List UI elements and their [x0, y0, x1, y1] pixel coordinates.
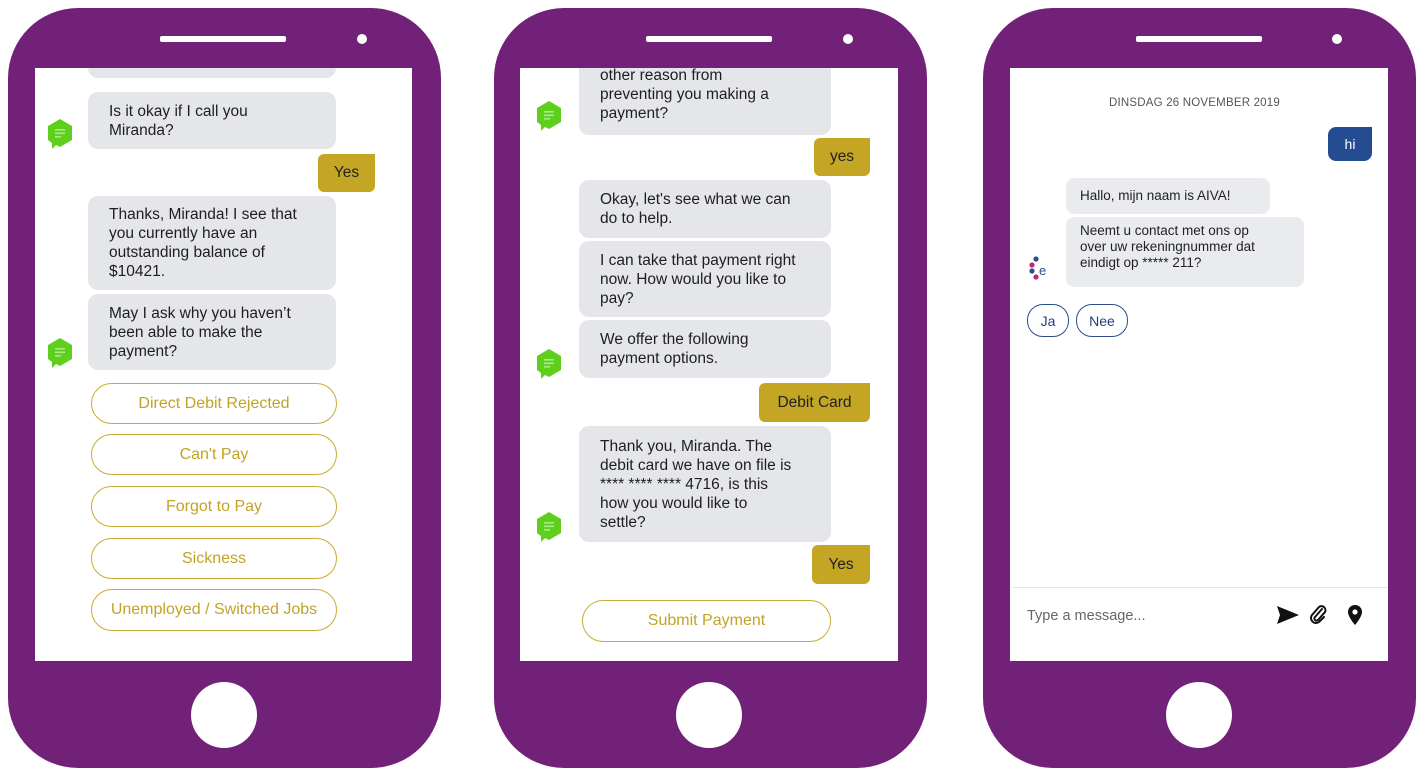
bot-message: I can take that payment right now. How w…	[579, 241, 831, 317]
phone-3-screen: DINSDAG 26 NOVEMBER 2019 hi Hallo, mijn …	[1010, 68, 1388, 661]
bot-avatar-icon	[537, 101, 561, 131]
option-sickness[interactable]: Sickness	[91, 538, 337, 579]
svg-text:e: e	[1039, 263, 1046, 278]
option-label: Unemployed / Switched Jobs	[110, 601, 318, 618]
camera-dot	[843, 34, 853, 44]
user-message-text: Debit Card	[777, 393, 852, 411]
bot-message-text: Thanks, Miranda! I see that you currentl…	[109, 206, 297, 280]
bot-message-text: We offer the following payment options.	[600, 331, 749, 367]
user-message-text: Yes	[333, 164, 360, 181]
option-label: Forgot to Pay	[165, 497, 263, 515]
chip-label: Nee	[1089, 312, 1115, 329]
option-forgot-to-pay[interactable]: Forgot to Pay	[91, 486, 337, 527]
option-label: Sickness	[181, 549, 247, 567]
bot-message: Okay, let's see what we can do to help.	[579, 180, 831, 238]
date-separator: DINSDAG 26 NOVEMBER 2019	[1109, 97, 1280, 109]
user-message: Yes	[812, 545, 870, 584]
chip-label: Ja	[1040, 312, 1056, 329]
option-cant-pay[interactable]: Can't Pay	[91, 434, 337, 475]
message-input[interactable]: Type a message...	[1027, 608, 1145, 624]
bot-message-text: Is it okay if I call you Miranda?	[109, 102, 248, 139]
home-button[interactable]	[676, 682, 742, 748]
bot-message-text: other reason from preventing you making …	[600, 68, 769, 122]
user-message: hi	[1328, 127, 1372, 161]
location-pin-icon[interactable]	[1347, 605, 1363, 625]
quick-reply-nee[interactable]: Nee	[1076, 304, 1128, 337]
quick-reply-ja[interactable]: Ja	[1027, 304, 1069, 337]
user-message: Yes	[318, 154, 375, 192]
bot-avatar-icon	[48, 119, 72, 149]
paperclip-icon[interactable]	[1310, 605, 1328, 625]
bot-message: Is it okay if I call you Miranda?	[88, 92, 336, 149]
speaker-slot	[646, 36, 772, 42]
bot-message: Neemt u contact met ons op over uw reken…	[1066, 217, 1304, 287]
home-button[interactable]	[1166, 682, 1232, 748]
message-composer: Type a message...	[1013, 587, 1388, 661]
camera-dot	[1332, 34, 1342, 44]
bot-message: We offer the following payment options.	[579, 320, 831, 378]
user-message-text: Yes	[828, 555, 854, 573]
bot-avatar-icon	[537, 512, 561, 542]
user-message-text: hi	[1344, 136, 1356, 152]
phone-frame-3: DINSDAG 26 NOVEMBER 2019 hi Hallo, mijn …	[983, 8, 1416, 768]
bot-message: other reason from preventing you making …	[579, 68, 831, 135]
bot-message-partial	[88, 68, 336, 78]
speaker-slot	[160, 36, 286, 42]
bot-message-text: Hallo, mijn naam is AIVA!	[1080, 188, 1231, 203]
option-label: Can't Pay	[179, 445, 249, 463]
bot-message: May I ask why you haven’t been able to m…	[88, 294, 336, 370]
submit-payment-label: Submit Payment	[647, 612, 766, 629]
bot-avatar-icon	[537, 349, 561, 379]
home-button[interactable]	[191, 682, 257, 748]
user-message: yes	[814, 138, 870, 176]
phone-2-screen: other reason from preventing you making …	[520, 68, 898, 661]
bot-message-text: I can take that payment right now. How w…	[600, 251, 796, 307]
user-message: Debit Card	[759, 383, 870, 422]
bot-message-text: Neemt u contact met ons op over uw reken…	[1080, 223, 1255, 270]
bot-message-text: Thank you, Miranda. The debit card we ha…	[600, 437, 792, 531]
bot-message: Thank you, Miranda. The debit card we ha…	[579, 426, 831, 542]
phone-1-screen: Is it okay if I call you Miranda? Yes Th…	[35, 68, 412, 661]
bot-message: Thanks, Miranda! I see that you currentl…	[88, 196, 336, 290]
speaker-slot	[1136, 36, 1262, 42]
bot-message: Hallo, mijn naam is AIVA!	[1066, 178, 1270, 214]
option-unemployed[interactable]: Unemployed / Switched Jobs	[91, 589, 337, 631]
user-message-text: yes	[829, 148, 855, 165]
bot-message-text: May I ask why you haven’t been able to m…	[109, 304, 291, 360]
send-icon[interactable]	[1277, 606, 1299, 624]
bot-message-text: Okay, let's see what we can do to help.	[600, 191, 791, 227]
option-direct-debit-rejected[interactable]: Direct Debit Rejected	[91, 383, 337, 424]
camera-dot	[357, 34, 367, 44]
option-label: Direct Debit Rejected	[138, 394, 290, 412]
bot-avatar-icon	[48, 338, 72, 368]
phone-frame-1: Is it okay if I call you Miranda? Yes Th…	[8, 8, 441, 768]
submit-payment-button[interactable]: Submit Payment	[582, 600, 831, 642]
phone-frame-2: other reason from preventing you making …	[494, 8, 927, 768]
aiva-avatar-icon: e	[1029, 256, 1046, 280]
